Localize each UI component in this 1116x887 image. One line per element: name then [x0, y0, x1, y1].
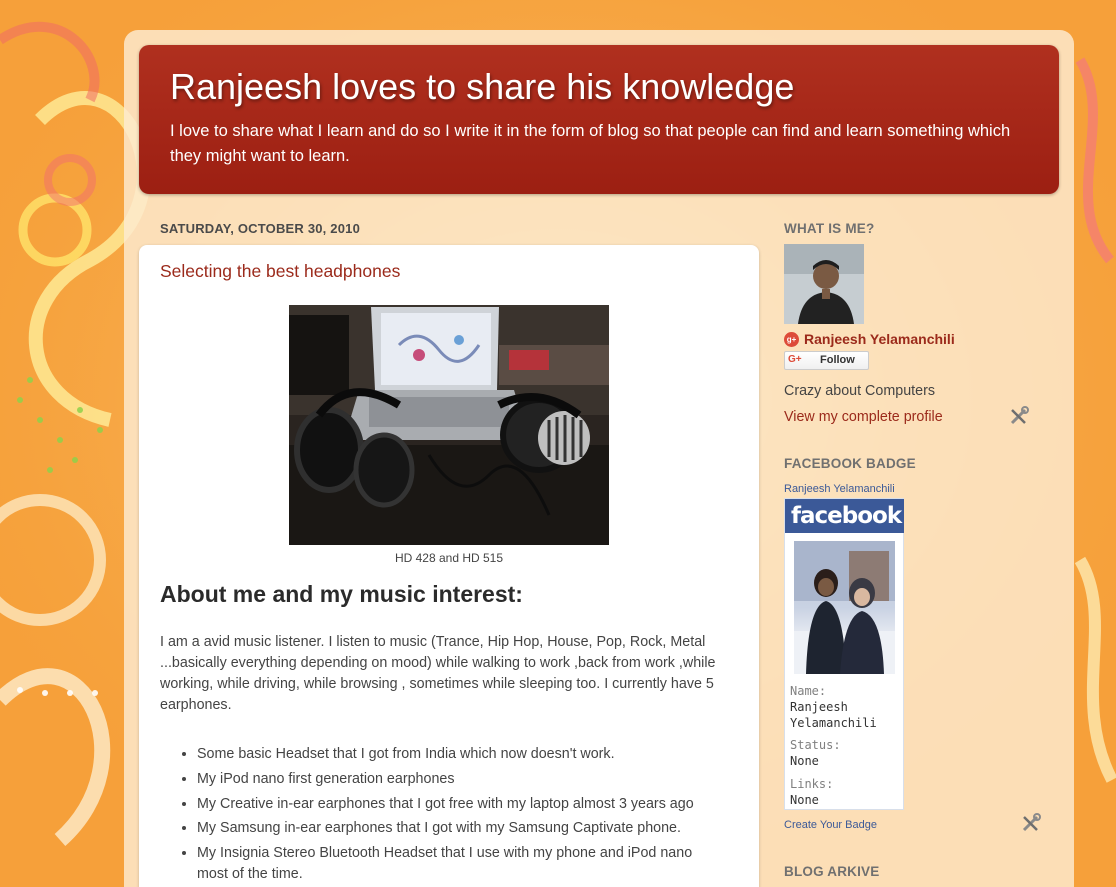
facebook-widget-title: FACEBOOK BADGE — [784, 456, 916, 471]
post-paragraph: I am a avid music listener. I listen to … — [160, 634, 716, 713]
wrench-screwdriver-icon[interactable] — [1008, 406, 1030, 426]
blog-description: I love to share what I learn and do so I… — [170, 122, 1011, 165]
fb-status-value: None — [790, 754, 819, 768]
post-date: SATURDAY, OCTOBER 30, 2010 — [160, 221, 361, 236]
fb-status-label: Status: — [790, 738, 841, 752]
facebook-logo: facebook — [785, 499, 904, 533]
post-card: Selecting the best headphones HD 428 and… — [139, 245, 759, 887]
fb-links-label: Links: — [790, 777, 834, 791]
facebook-couple-image — [794, 541, 895, 674]
wrench-screwdriver-icon[interactable] — [1020, 813, 1042, 833]
list-item: My Creative in-ear earphones that I got … — [197, 794, 727, 815]
profile-avatar-image — [784, 244, 864, 324]
follow-label: Follow — [820, 354, 855, 366]
archive-widget-title: BLOG ARKIVE — [784, 864, 880, 879]
list-item: Some basic Headset that I got from India… — [197, 744, 727, 765]
blog-header: Ranjeesh loves to share his knowledge I … — [139, 45, 1059, 194]
view-profile-link[interactable]: View my complete profile — [784, 409, 943, 425]
fb-name-value: Ranjeesh — [790, 700, 848, 714]
facebook-photo — [794, 541, 895, 674]
section-heading: About me and my music interest: — [160, 581, 523, 607]
list-item: My Samsung in-ear earphones that I got w… — [197, 818, 727, 839]
image-caption: HD 428 and HD 515 — [394, 551, 504, 565]
earphones-list: Some basic Headset that I got from India… — [197, 744, 727, 887]
google-plus-logo-icon: G+ — [788, 354, 802, 365]
fb-name-value-2: Yelamanchili — [790, 716, 877, 730]
list-item: My iPod nano first generation earphones — [197, 769, 727, 790]
create-badge-link[interactable]: Create Your Badge — [784, 819, 877, 831]
profile-about: Crazy about Computers — [784, 383, 935, 399]
facebook-name-link[interactable]: Ranjeesh Yelamanchili — [784, 483, 895, 495]
follow-button[interactable]: G+ Follow — [784, 351, 869, 370]
google-plus-icon: g+ — [784, 332, 799, 347]
profile-name-link[interactable]: Ranjeesh Yelamanchili — [804, 331, 955, 347]
blog-title[interactable]: Ranjeesh loves to share his knowledge — [170, 66, 794, 108]
fb-name-label: Name: — [790, 684, 827, 698]
facebook-badge[interactable]: facebook Name: Ranjeesh Yelamanchili Sta… — [784, 498, 904, 810]
profile-widget-title: WHAT IS ME? — [784, 221, 875, 236]
list-item: My Insignia Stereo Bluetooth Headset tha… — [197, 843, 727, 885]
fb-links-value: None — [790, 793, 819, 807]
headphones-photo — [289, 305, 609, 545]
post-title[interactable]: Selecting the best headphones — [160, 261, 400, 282]
post-image[interactable] — [289, 305, 609, 545]
avatar[interactable] — [784, 244, 864, 324]
